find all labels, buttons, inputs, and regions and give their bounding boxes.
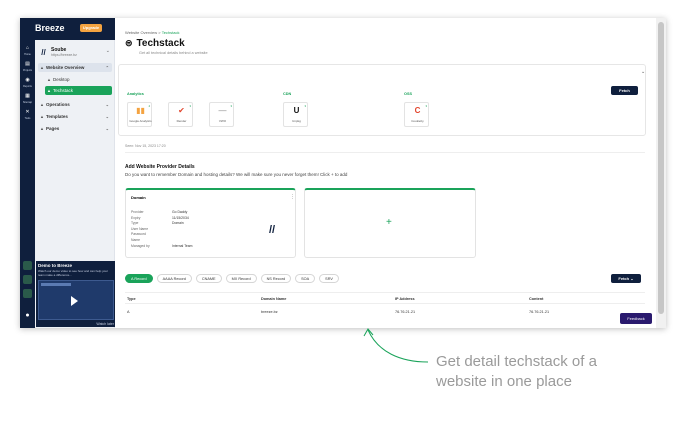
google-analytics-icon: ▮▮ — [136, 106, 145, 115]
sidebar-item-templates[interactable]: ▲ Templates ⌄ — [38, 112, 112, 121]
demo-video[interactable] — [38, 280, 114, 320]
chevron-up-icon: ⌃ — [105, 65, 109, 70]
cookieby-icon: C — [414, 106, 421, 115]
domain-card[interactable]: Domain ⋮ Provider Go Daddy Expiry 11/15/20… — [125, 188, 296, 258]
rail-item-home[interactable]: ⌂ Home — [22, 44, 33, 56]
column-ip-address: IP Address — [395, 297, 415, 301]
app-window: ≋Breeze Upgrade ⌂Home ▤Projects ◉Reports… — [20, 18, 666, 328]
dns-table-header: Type Domain Name IP Address Content — [125, 292, 645, 304]
more-options-icon[interactable]: ⋮ — [290, 194, 295, 200]
play-icon[interactable] — [71, 296, 78, 306]
breadcrumb-parent[interactable]: Website Overview — [125, 30, 157, 35]
chevron-down-icon: ⌄ — [630, 276, 634, 281]
tab-a-record[interactable]: A Record — [125, 274, 153, 283]
demo-title: Demo to Breeze — [38, 263, 73, 268]
tab-aaaa-record[interactable]: AAAA Record — [156, 274, 192, 283]
scrollbar[interactable] — [656, 18, 666, 328]
icon-rail: ⌂ Home ▤ Projects ◉ Reports ▦ Sitemap ✕ Tools… — [20, 18, 35, 328]
nav-icon: ▲ — [47, 77, 51, 82]
render-icon: ✔ — [178, 106, 185, 115]
sitemap-icon: ▦ — [25, 93, 30, 99]
godaddy-logo-icon: // — [269, 224, 276, 236]
chevron-down-icon: ⌄ — [105, 114, 109, 119]
column-domain-name: Domain Name — [261, 297, 287, 301]
tech-tile-render[interactable]: 3 ✔ Render — [168, 102, 193, 127]
category-cdn: CDN — [283, 92, 292, 96]
tools-icon: ✕ — [25, 109, 30, 115]
video-header — [41, 283, 71, 286]
plus-icon: + — [386, 217, 392, 228]
sidebar-item-operations[interactable]: ▲ Operations ⌄ — [38, 100, 112, 109]
feedback-button[interactable]: Feedback — [620, 313, 652, 324]
project-logo-icon: // — [41, 47, 46, 57]
project-domain: https://breeze.bz — [51, 52, 77, 57]
unpkg-icon: U — [293, 106, 300, 115]
sidebar-item-techstack[interactable]: ▲ Techstack — [45, 86, 112, 95]
rail-shortcut-1[interactable] — [23, 261, 32, 270]
scrollbar-thumb[interactable] — [658, 22, 664, 314]
app-name: Breeze — [35, 23, 65, 33]
project-switcher[interactable]: // Soube https://breeze.bz ⌄ — [39, 44, 111, 60]
demo-panel: Demo to Breeze Watch our demo video to s… — [36, 261, 116, 327]
column-type: Type — [127, 297, 136, 301]
rail-item-reports[interactable]: ◉ Reports — [22, 76, 33, 88]
nav-icon: ▲ — [40, 114, 44, 119]
page-subtitle: Get all technical details behind a websi… — [139, 51, 208, 55]
chevron-down-icon: ⌄ — [105, 126, 109, 131]
tech-tile-unpkg[interactable]: 3 U Unpkg — [283, 102, 308, 127]
tab-srv[interactable]: SRV — [319, 274, 339, 283]
category-analytics: Analytics — [127, 92, 144, 96]
rail-item-tools[interactable]: ✕ Tools — [22, 108, 33, 120]
tech-tile-cookieby[interactable]: 3 C Cookieby — [404, 102, 429, 127]
breadcrumb-separator: > — [158, 30, 161, 35]
fetch-dns-button[interactable]: Fetch ⌄ — [611, 274, 641, 283]
fetch-techstack-button[interactable]: Fetch — [611, 86, 638, 95]
breadcrumb: Website Overview > Techstack — [125, 30, 179, 35]
page-title: ⊜ Techstack — [125, 38, 185, 49]
tab-soa[interactable]: SOA — [295, 274, 316, 283]
last-seen-text: Seen: Nov 15, 2023 17:20 — [125, 144, 166, 148]
rail-shortcut-2[interactable] — [23, 275, 32, 284]
column-content: Content — [529, 297, 544, 301]
rail-item-projects[interactable]: ▤ Projects — [22, 60, 33, 72]
caption-text: Get detail techstack of a website in one… — [436, 353, 597, 390]
vwo-icon: — — [218, 106, 227, 115]
category-oss: OSS — [404, 92, 413, 96]
upgrade-button[interactable]: Upgrade — [80, 24, 102, 32]
demo-description: Watch our demo video to see how and can … — [38, 269, 108, 277]
dns-record-tabs: A Record AAAA Record CNAME MX Record NS … — [125, 274, 339, 283]
reports-icon: ◉ — [25, 77, 30, 83]
main-content: Website Overview > Techstack ⊜ Techstack … — [115, 18, 655, 328]
domain-card-title: Domain — [131, 195, 146, 200]
chevron-down-icon: ⌄ — [105, 48, 110, 54]
divider — [125, 152, 645, 153]
add-provider-card[interactable]: + — [304, 188, 476, 258]
nav-icon: ▲ — [47, 88, 51, 93]
user-icon[interactable]: ● — [22, 311, 33, 320]
stack-icon: ⊜ — [125, 38, 133, 48]
chevron-down-icon: ⌄ — [105, 102, 109, 107]
techstack-card — [118, 64, 646, 136]
watch-later-link[interactable]: Watch later — [96, 322, 114, 326]
tab-mx-record[interactable]: MX Record — [225, 274, 257, 283]
rail-item-sitemap[interactable]: ▦ Sitemap — [22, 92, 33, 104]
nav-icon: ▲ — [40, 65, 44, 70]
sidebar-item-pages[interactable]: ▲ Pages ⌄ — [38, 124, 112, 133]
provider-heading: Add Website Provider Details — [125, 164, 195, 170]
tab-cname[interactable]: CNAME — [195, 274, 222, 283]
nav-icon: ▲ — [40, 126, 44, 131]
sidebar-item-desktop[interactable]: ▲ Desktop — [45, 75, 112, 84]
tab-ns-record[interactable]: NS Record — [260, 274, 292, 283]
projects-icon: ▤ — [25, 61, 30, 67]
tech-tile-google-analytics[interactable]: 4 ▮▮ Google Analytics — [127, 102, 152, 127]
tech-tile-vwo[interactable]: 3— VWO — [209, 102, 234, 127]
chevron-down-icon[interactable]: ⌄ — [641, 69, 645, 75]
sidebar-item-website-overview[interactable]: ▲ Website Overview ⌃ — [38, 63, 112, 72]
rail-shortcut-3[interactable] — [23, 289, 32, 298]
breadcrumb-current: Techstack — [161, 30, 180, 35]
home-icon: ⌂ — [25, 45, 30, 51]
nav-icon: ▲ — [40, 102, 44, 107]
provider-prompt: Do you want to remember Domain and hosti… — [125, 172, 348, 177]
